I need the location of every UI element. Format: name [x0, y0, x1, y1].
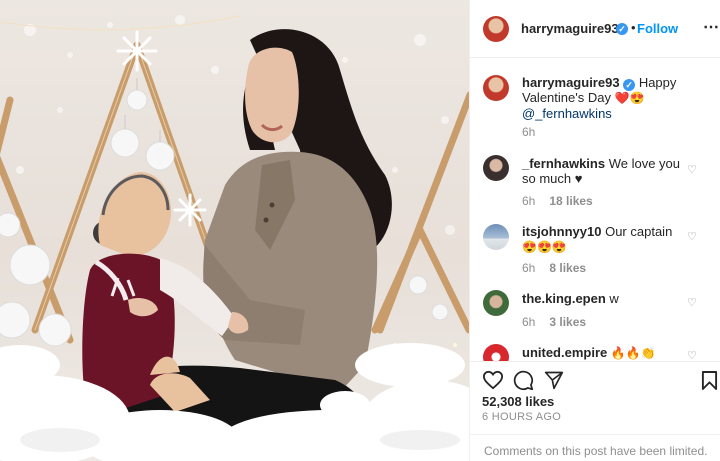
- comment-text: Our captain: [605, 224, 673, 239]
- bookmark-icon[interactable]: [701, 370, 718, 391]
- post-actions: 52,308 likes 6 HOURS AGO Comments on thi…: [470, 361, 720, 461]
- comment: the.king.epen w: [522, 291, 697, 306]
- comment-time[interactable]: 6h: [522, 315, 535, 329]
- comment-like-heart-icon[interactable]: ♡: [687, 163, 697, 176]
- comment-meta: 6h 3 likes: [522, 315, 586, 329]
- instagram-post-view: harrymaguire93 ✓ • Follow ⋯ harrymaguire…: [0, 0, 720, 461]
- comment-like-heart-icon[interactable]: ♡: [687, 296, 697, 309]
- verified-badge-icon: ✓: [616, 23, 628, 35]
- follow-button[interactable]: Follow: [637, 21, 678, 36]
- caption-username[interactable]: harrymaguire93: [522, 75, 620, 90]
- comment-avatar[interactable]: [483, 224, 509, 250]
- comment-username[interactable]: itsjohnnyy10: [522, 224, 601, 239]
- comment-meta: 6h 8 likes: [522, 261, 586, 275]
- comment-likes[interactable]: 3 likes: [549, 315, 586, 329]
- comment-avatar[interactable]: [483, 290, 509, 316]
- heart-icon[interactable]: [482, 370, 504, 390]
- comment-username[interactable]: _fernhawkins: [522, 156, 605, 171]
- caption-avatar[interactable]: [483, 75, 509, 101]
- photo-illustration: [0, 15, 469, 461]
- caption: harrymaguire93 ✓ Happy Valentine's Day ❤…: [522, 75, 707, 121]
- comment-likes[interactable]: 8 likes: [549, 261, 586, 275]
- comment-time[interactable]: 6h: [522, 194, 535, 208]
- post-photo[interactable]: [0, 0, 469, 461]
- share-icon[interactable]: [544, 370, 564, 390]
- avatar[interactable]: [483, 16, 509, 42]
- comment: united.empire 🔥🔥👏: [522, 345, 697, 361]
- verified-badge-icon: ✓: [623, 79, 636, 91]
- comment-emojis: 😍😍😍: [522, 240, 567, 254]
- comment-emojis: 🔥🔥👏: [610, 346, 656, 360]
- comment-username[interactable]: the.king.epen: [522, 291, 606, 306]
- comment-text: w: [609, 291, 619, 306]
- caption-mention-link[interactable]: @_fernhawkins: [522, 106, 612, 121]
- comment-avatar[interactable]: [483, 155, 509, 181]
- snowflake-decoration: [116, 30, 158, 72]
- caption-emojis: ❤️😍: [614, 91, 645, 105]
- comment-likes[interactable]: 18 likes: [549, 194, 592, 208]
- comments-limited-notice: Comments on this post have been limited.: [470, 434, 720, 461]
- caption-time[interactable]: 6h: [522, 125, 535, 139]
- comment-like-heart-icon[interactable]: ♡: [687, 230, 697, 243]
- comment: _fernhawkins We love you so much ♥: [522, 156, 697, 186]
- likes-count[interactable]: 52,308 likes: [482, 394, 554, 409]
- post-side-panel: harrymaguire93 ✓ • Follow ⋯ harrymaguire…: [469, 0, 720, 461]
- post-header: harrymaguire93 ✓ • Follow ⋯: [470, 0, 720, 58]
- comment-icon[interactable]: [513, 370, 534, 391]
- comment-meta: 6h 18 likes: [522, 194, 593, 208]
- comment: itsjohnnyy10 Our captain 😍😍😍: [522, 224, 697, 255]
- comment-time[interactable]: 6h: [522, 261, 535, 275]
- separator-dot: •: [631, 20, 636, 35]
- post-age[interactable]: 6 HOURS AGO: [482, 411, 561, 423]
- header-username[interactable]: harrymaguire93: [521, 21, 619, 36]
- more-options-icon[interactable]: ⋯: [703, 17, 720, 37]
- comment-username[interactable]: united.empire: [522, 345, 607, 360]
